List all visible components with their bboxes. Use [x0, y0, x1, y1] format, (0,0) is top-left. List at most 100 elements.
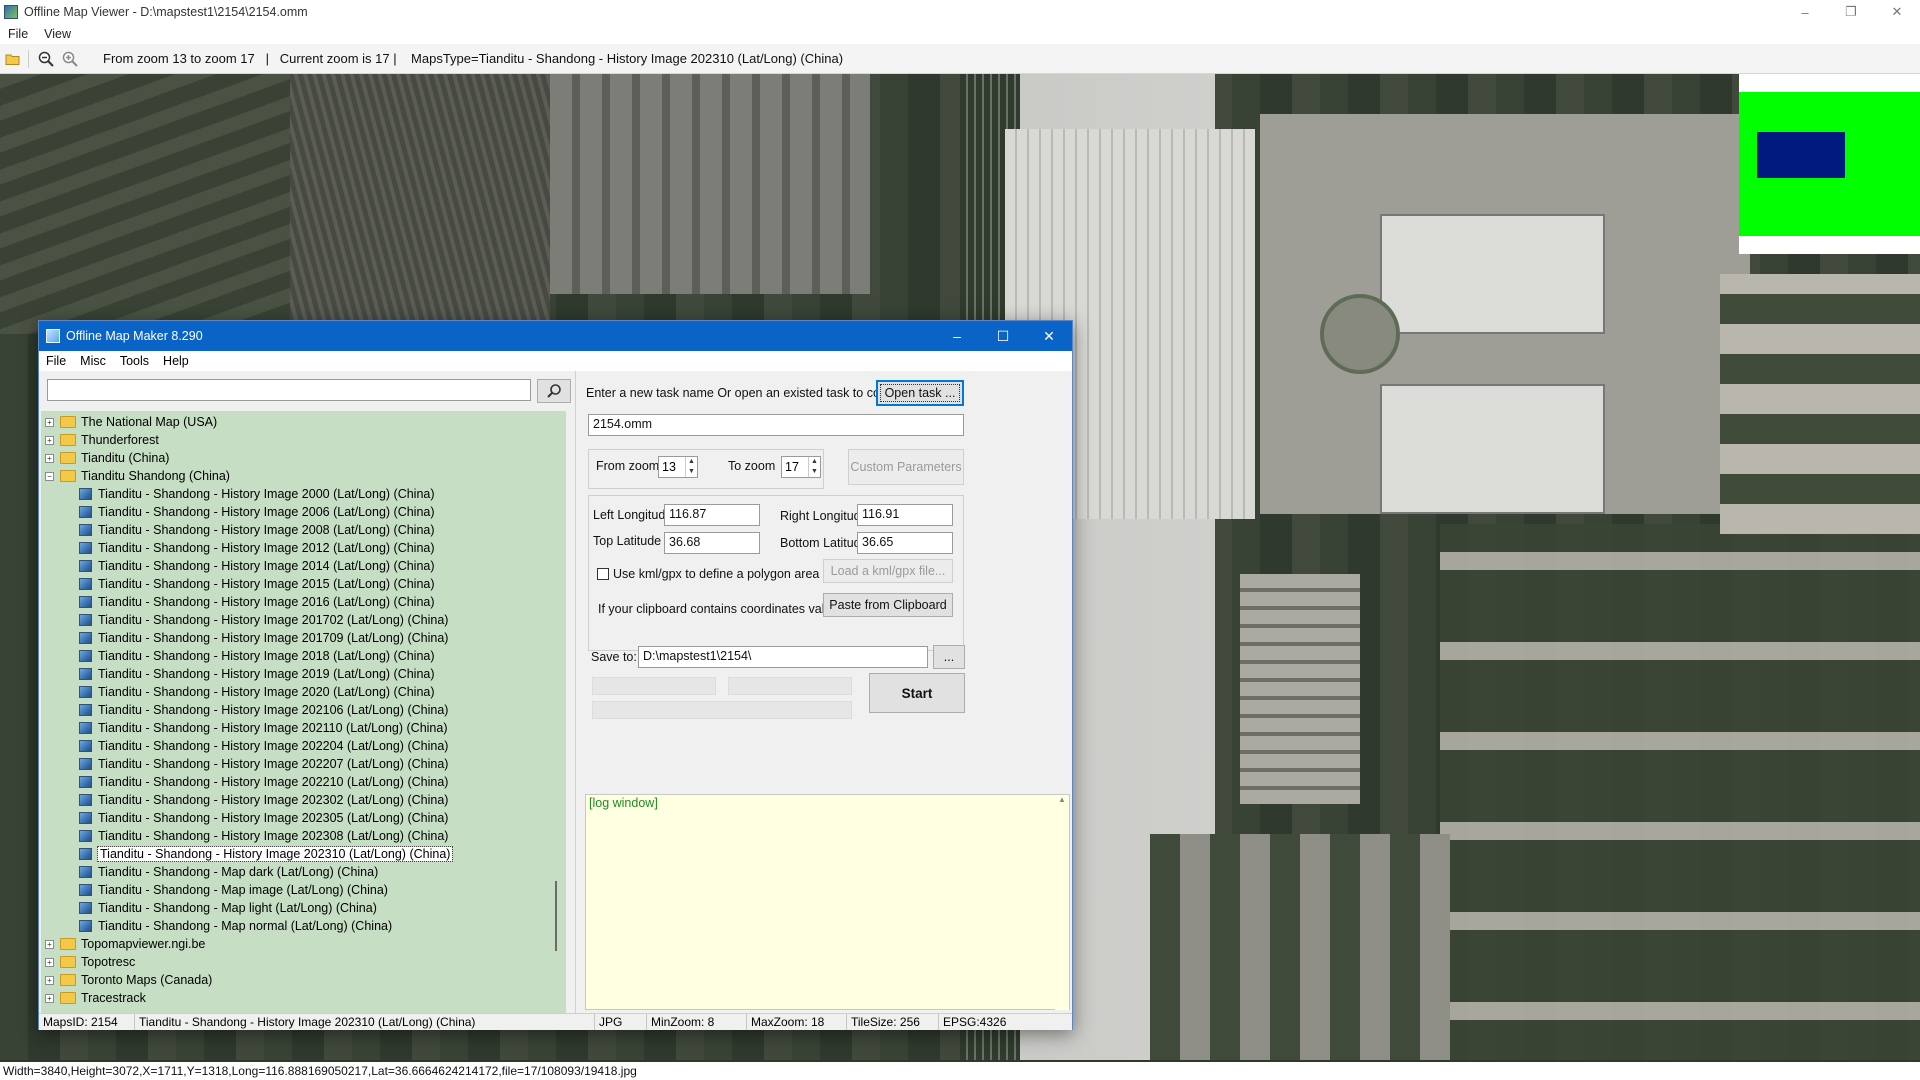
tree-folder[interactable]: − Tianditu Shandong (China): [45, 467, 230, 485]
tree-folder[interactable]: + Topomapviewer.ngi.be: [45, 935, 205, 953]
dialog-menu-help[interactable]: Help: [156, 354, 196, 368]
expand-icon[interactable]: +: [45, 957, 54, 967]
map-tile-icon: [79, 686, 92, 698]
tree-item-label: Tianditu - Shandong - History Image 2017…: [98, 631, 449, 645]
map-tile-icon: [79, 758, 92, 770]
tree-map-item[interactable]: Tianditu - Shandong - History Image 2021…: [79, 719, 448, 737]
tree-map-item[interactable]: Tianditu - Shandong - Map light (Lat/Lon…: [79, 899, 377, 917]
dialog-menu-misc[interactable]: Misc: [73, 354, 113, 368]
bottom-latitude-label: Bottom Latitude: [780, 536, 868, 550]
zoom-info: From zoom 13 to zoom 17 | Current zoom i…: [103, 51, 844, 66]
left-longitude-input[interactable]: 116.87: [664, 504, 760, 526]
tree-map-item[interactable]: Tianditu - Shandong - History Image 2022…: [79, 755, 448, 773]
tree-map-item[interactable]: Tianditu - Shandong - History Image 2023…: [79, 845, 454, 863]
tree-map-item[interactable]: Tianditu - Shandong - History Image 2019…: [79, 665, 435, 683]
folder-icon: [60, 956, 76, 968]
expand-icon[interactable]: +: [45, 453, 54, 463]
spin-arrows-icon[interactable]: ▲ ▼: [808, 457, 820, 477]
search-input[interactable]: [47, 379, 531, 401]
tree-map-item[interactable]: Tianditu - Shandong - History Image 2023…: [79, 791, 448, 809]
map-tile-icon: [79, 524, 92, 536]
minimap[interactable]: [1739, 74, 1920, 254]
expand-icon[interactable]: +: [45, 975, 54, 985]
tree-folder[interactable]: + The National Map (USA): [45, 413, 217, 431]
custom-parameters-button[interactable]: Custom Parameters: [848, 449, 964, 485]
map-tree[interactable]: + The National Map (USA) + Thunderforest + Ti…: [41, 411, 566, 1013]
log-text: [log window]: [589, 796, 658, 810]
tree-map-item[interactable]: Tianditu - Shandong - History Image 2020…: [79, 683, 435, 701]
tree-folder[interactable]: + Tracestrack: [45, 989, 146, 1007]
restore-button[interactable]: ❐: [1828, 0, 1874, 24]
map-tile-icon: [79, 488, 92, 500]
save-to-label: Save to:: [591, 650, 637, 664]
viewer-menu-file[interactable]: File: [0, 27, 36, 41]
tree-map-item[interactable]: Tianditu - Shandong - History Image 2012…: [79, 539, 435, 557]
to-zoom-spinner[interactable]: 17 ▲ ▼: [781, 456, 821, 478]
log-scrollbar[interactable]: ▲: [1055, 795, 1069, 1010]
dialog-maximize-button[interactable]: ☐: [980, 321, 1026, 351]
bottom-latitude-input[interactable]: 36.65: [857, 532, 953, 554]
save-to-input[interactable]: D:\mapstest1\2154\: [638, 646, 928, 668]
paste-clipboard-button[interactable]: Paste from Clipboard: [823, 593, 953, 617]
log-window[interactable]: [log window] ▲: [585, 794, 1070, 1010]
tree-map-item[interactable]: Tianditu - Shandong - Map image (Lat/Lon…: [79, 881, 388, 899]
tree-map-item[interactable]: Tianditu - Shandong - History Image 2014…: [79, 557, 435, 575]
spin-arrows-icon[interactable]: ▲ ▼: [685, 457, 697, 477]
minimap-viewport[interactable]: [1757, 132, 1845, 178]
tree-map-item[interactable]: Tianditu - Shandong - History Image 2023…: [79, 827, 448, 845]
tree-map-item[interactable]: Tianditu - Shandong - History Image 2017…: [79, 611, 448, 629]
right-longitude-input[interactable]: 116.91: [857, 504, 953, 526]
tree-map-item[interactable]: Tianditu - Shandong - History Image 2021…: [79, 701, 448, 719]
tree-map-item[interactable]: Tianditu - Shandong - History Image 2022…: [79, 737, 448, 755]
load-kml-button[interactable]: Load a kml/gpx file...: [823, 559, 953, 583]
zoom-in-button[interactable]: [59, 48, 81, 70]
expand-icon[interactable]: +: [45, 417, 54, 427]
tree-map-item[interactable]: Tianditu - Shandong - Map dark (Lat/Long…: [79, 863, 378, 881]
task-name-input[interactable]: 2154.omm: [588, 414, 964, 436]
kml-checkbox[interactable]: [597, 568, 609, 580]
tree-folder[interactable]: + Thunderforest: [45, 431, 159, 449]
collapse-icon[interactable]: −: [45, 471, 54, 481]
tree-map-item[interactable]: Tianditu - Shandong - Map normal (Lat/Lo…: [79, 917, 392, 935]
tree-item-label: Toronto Maps (Canada): [81, 973, 213, 987]
zoom-out-button[interactable]: [35, 48, 57, 70]
viewer-menubar: File View: [0, 24, 1920, 44]
browse-button[interactable]: ...: [933, 645, 965, 669]
expand-icon[interactable]: +: [45, 993, 54, 1003]
tree-map-item[interactable]: Tianditu - Shandong - History Image 2008…: [79, 521, 435, 539]
tree-scrollbar[interactable]: [551, 411, 565, 1013]
tree-scroll-thumb[interactable]: [555, 881, 557, 951]
tree-map-item[interactable]: Tianditu - Shandong - History Image 2023…: [79, 809, 448, 827]
tree-folder[interactable]: + Topotresc: [45, 953, 135, 971]
tree-map-item[interactable]: Tianditu - Shandong - History Image 2015…: [79, 575, 435, 593]
start-button[interactable]: Start: [869, 673, 965, 713]
tree-map-item[interactable]: Tianditu - Shandong - History Image 2022…: [79, 773, 448, 791]
minimize-button[interactable]: –: [1782, 0, 1828, 24]
tree-map-item[interactable]: Tianditu - Shandong - History Image 2018…: [79, 647, 435, 665]
dialog-close-button[interactable]: ✕: [1026, 321, 1072, 351]
tree-map-item[interactable]: Tianditu - Shandong - History Image 2017…: [79, 629, 448, 647]
dialog-minimize-button[interactable]: –: [934, 321, 980, 351]
search-button[interactable]: [537, 379, 571, 403]
tree-map-item[interactable]: Tianditu - Shandong - History Image 2000…: [79, 485, 435, 503]
dialog-menu-tools[interactable]: Tools: [113, 354, 156, 368]
tree-map-item[interactable]: Tianditu - Shandong - History Image 2006…: [79, 503, 435, 521]
tree-item-label: Tianditu - Shandong - History Image 2012…: [98, 541, 435, 555]
viewer-statusbar: Width=3840,Height=3072,X=1711,Y=1318,Lon…: [0, 1062, 1920, 1080]
dialog-menu-file[interactable]: File: [39, 354, 73, 368]
viewer-menu-view[interactable]: View: [36, 27, 79, 41]
open-task-button[interactable]: Open task ...: [876, 380, 964, 406]
tree-folder[interactable]: + Tianditu (China): [45, 449, 169, 467]
from-zoom-spinner[interactable]: 13 ▲ ▼: [658, 456, 698, 478]
expand-icon[interactable]: +: [45, 435, 54, 445]
expand-icon[interactable]: +: [45, 939, 54, 949]
tree-folder[interactable]: + Toronto Maps (Canada): [45, 971, 212, 989]
search-row: [47, 379, 571, 403]
tree-item-label: Tracestrack: [81, 991, 146, 1005]
top-latitude-input[interactable]: 36.68: [664, 532, 760, 554]
tree-map-item[interactable]: Tianditu - Shandong - History Image 2016…: [79, 593, 435, 611]
map-tile-icon: [79, 632, 92, 644]
status-min-zoom: MinZoom: 8: [647, 1014, 747, 1030]
open-folder-button[interactable]: [2, 48, 24, 70]
close-button[interactable]: ✕: [1874, 0, 1920, 24]
